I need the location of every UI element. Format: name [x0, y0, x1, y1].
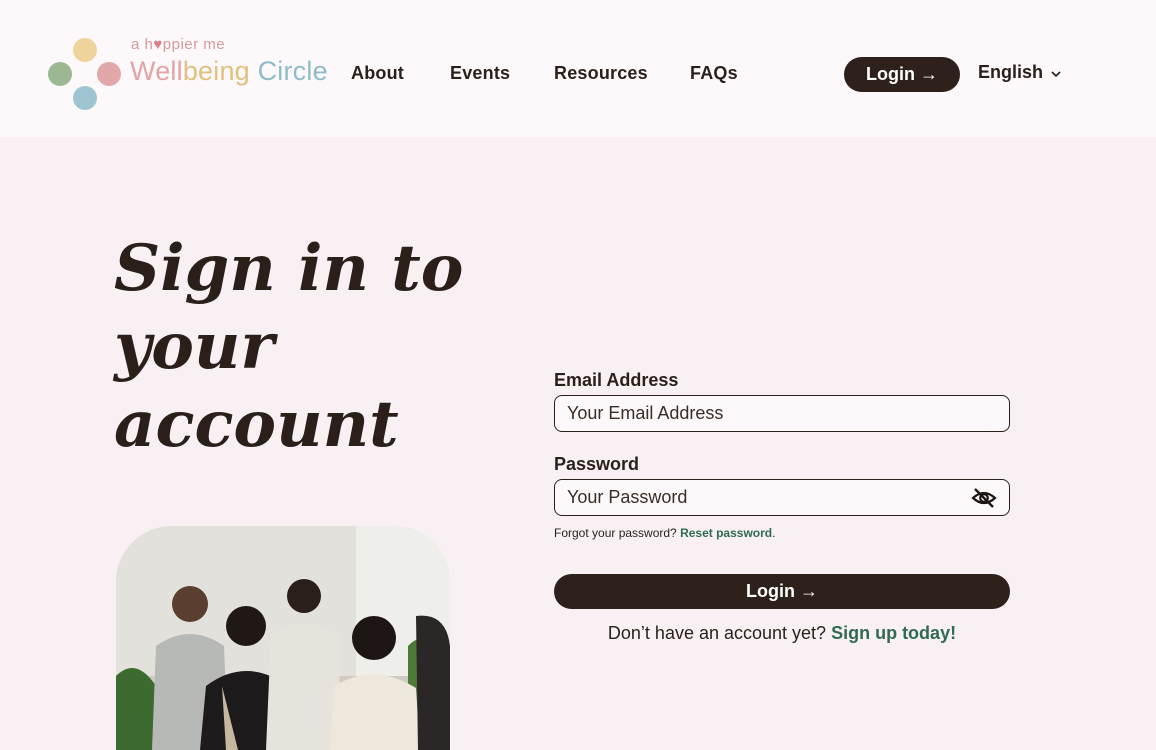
password-field[interactable] [567, 487, 1009, 508]
reset-password-link[interactable]: Reset password [680, 526, 772, 540]
logo-dot-green [48, 62, 72, 86]
nav-faqs[interactable]: FAQs [690, 63, 738, 84]
logo-dot-blue [73, 86, 97, 110]
password-field-wrapper [554, 479, 1010, 516]
logo-wordmark: Wellbeing Circle [130, 56, 328, 86]
header-login-button[interactable]: Login → [844, 57, 960, 92]
wellbeing-circle-logo[interactable]: a h♥ppier me Wellbeing Circle [48, 36, 338, 112]
title-line-2: your [114, 309, 275, 384]
site-header: a h♥ppier me Wellbeing Circle About Even… [0, 0, 1156, 137]
title-line-3: account [114, 387, 399, 462]
email-label: Email Address [554, 370, 679, 390]
email-field[interactable] [567, 403, 1009, 424]
login-button[interactable]: Login → [554, 574, 1010, 609]
title-line-1: Sign in to [114, 231, 464, 306]
language-selector[interactable]: English [978, 62, 1061, 83]
signup-link[interactable]: Sign up today! [831, 623, 956, 643]
nav-resources[interactable]: Resources [554, 63, 648, 84]
logo-tagline: a h♥ppier me [131, 36, 226, 53]
page-title: Sign in to your account [114, 230, 474, 464]
eye-off-icon[interactable] [971, 487, 997, 509]
chevron-down-icon [1051, 67, 1061, 81]
forgot-password-text: Forgot your password? Reset password. [554, 526, 776, 540]
logo-dot-yellow [73, 38, 97, 62]
community-photo [116, 526, 450, 750]
language-label: English [978, 62, 1044, 82]
heart-icon: ♥ [153, 36, 163, 53]
password-label: Password [554, 454, 640, 474]
logo-dot-pink [97, 62, 121, 86]
email-field-wrapper [554, 395, 1010, 432]
signup-prompt: Don’t have an account yet? Sign up today… [607, 623, 957, 643]
nav-about[interactable]: About [351, 63, 404, 84]
nav-events[interactable]: Events [450, 63, 510, 84]
